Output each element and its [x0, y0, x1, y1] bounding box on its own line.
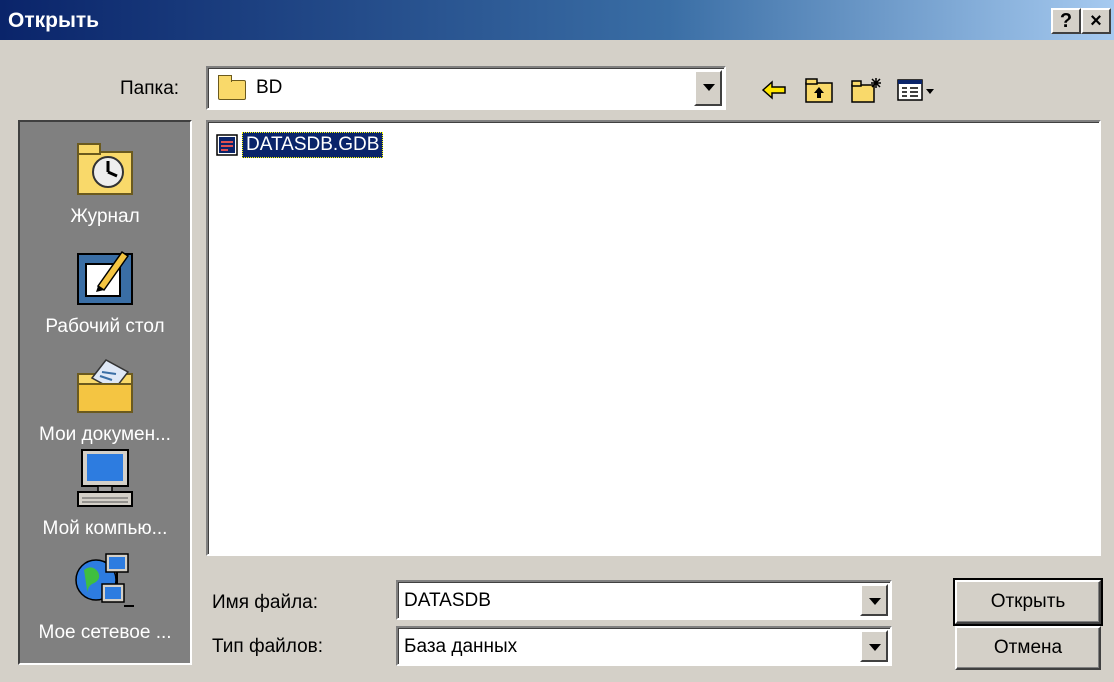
file-list[interactable]: DATASDB.GDB: [206, 120, 1101, 556]
filename-label: Имя файла:: [212, 592, 319, 613]
cancel-button[interactable]: Отмена: [955, 626, 1101, 670]
filename-value[interactable]: DATASDB: [404, 590, 491, 612]
open-button[interactable]: Открыть: [953, 578, 1103, 626]
place-history[interactable]: Журнал: [20, 134, 190, 228]
folder-icon: [218, 75, 246, 100]
place-my-computer[interactable]: Мой компью...: [20, 446, 190, 540]
window-title: Открыть: [8, 9, 100, 32]
database-file-icon: [216, 134, 238, 156]
filename-dropdown-arrow[interactable]: [860, 584, 888, 616]
my-computer-icon: [77, 449, 133, 507]
title-bar[interactable]: Открыть ? ×: [0, 0, 1114, 40]
filetype-dropdown-arrow[interactable]: [860, 630, 888, 662]
file-name: DATASDB.GDB: [242, 132, 384, 158]
place-my-documents[interactable]: Мои докумен...: [20, 352, 190, 446]
history-icon: [77, 143, 133, 195]
lookin-value: BD: [256, 77, 283, 98]
close-button[interactable]: ×: [1081, 8, 1111, 34]
new-folder-icon[interactable]: [850, 76, 882, 104]
my-documents-icon: [77, 359, 133, 413]
desktop-icon: [77, 250, 133, 305]
places-bar: Журнал Рабочий стол Мои докумен... Мой к…: [18, 120, 192, 665]
up-folder-icon[interactable]: [804, 76, 834, 104]
filetype-value: База данных: [404, 636, 518, 657]
back-arrow-icon[interactable]: [760, 76, 788, 104]
lookin-dropdown-arrow[interactable]: [694, 70, 722, 106]
place-label-my-computer: Мой компью...: [42, 518, 168, 539]
place-label-my-documents: Мои докумен...: [39, 424, 171, 445]
open-file-dialog: Открыть ? × Папка: BD Журнал Рабочий сто…: [0, 0, 1114, 682]
filetype-label: Тип файлов:: [212, 636, 324, 657]
place-label-network: Мое сетевое ...: [38, 622, 172, 643]
help-button[interactable]: ?: [1051, 8, 1081, 34]
place-label-desktop: Рабочий стол: [45, 316, 165, 337]
view-menu-icon[interactable]: [896, 76, 936, 104]
place-network[interactable]: Мое сетевое ...: [20, 550, 190, 644]
network-icon: [75, 553, 134, 607]
lookin-label: Папка:: [120, 78, 180, 99]
filename-combo[interactable]: DATASDB: [396, 580, 892, 620]
place-desktop[interactable]: Рабочий стол: [20, 244, 190, 338]
file-item[interactable]: DATASDB.GDB: [216, 132, 384, 158]
lookin-combo[interactable]: BD: [206, 66, 726, 110]
place-label-history: Журнал: [70, 206, 140, 227]
filetype-combo[interactable]: База данных: [396, 626, 892, 666]
